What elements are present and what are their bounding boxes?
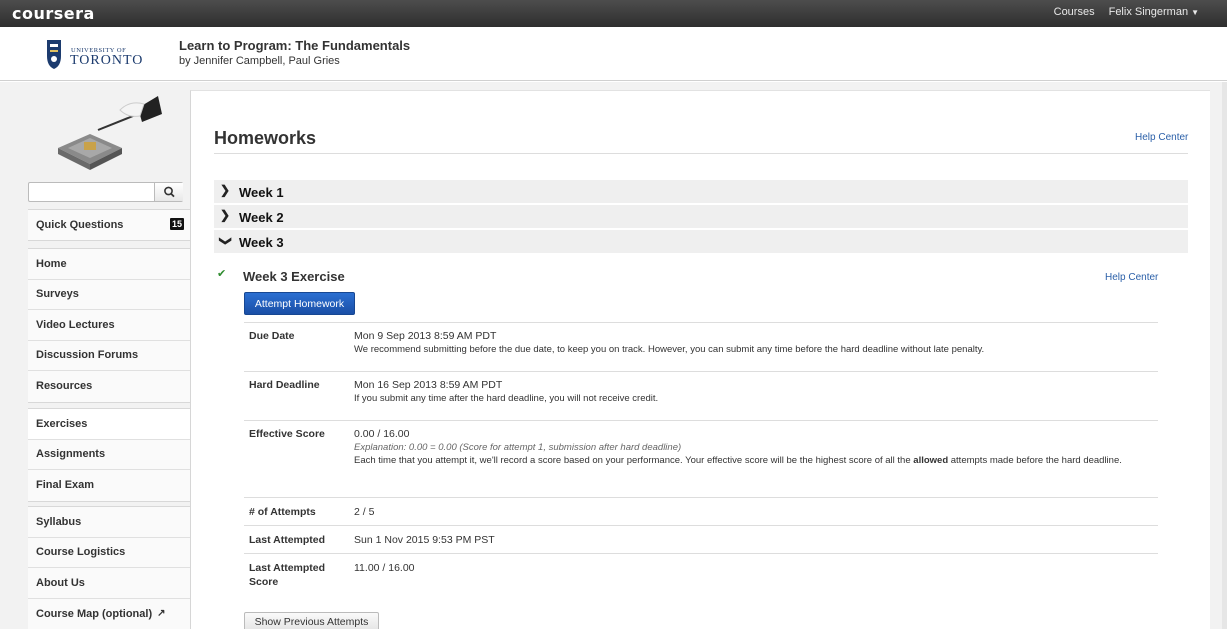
hard-deadline-row: Hard Deadline Mon 16 Sep 2013 8:59 AM PD… bbox=[244, 371, 1158, 419]
sidebar-item-label: Quick Questions bbox=[36, 219, 124, 231]
sidebar-item-label: Assignments bbox=[36, 448, 106, 461]
attempts-label: # of Attempts bbox=[249, 506, 316, 518]
caret-down-icon: ▼ bbox=[1191, 8, 1199, 17]
sidebar-item-label: Video Lectures bbox=[36, 318, 115, 331]
search-icon bbox=[164, 186, 175, 198]
sidebar-group-work: Exercises Assignments Final Exam bbox=[28, 408, 192, 502]
due-date-row: Due Date Mon 9 Sep 2013 8:59 AM PDT We r… bbox=[244, 322, 1158, 370]
search-button[interactable] bbox=[154, 183, 183, 201]
course-header: UNIVERSITY OF TORONTO Learn to Program: … bbox=[0, 27, 1227, 81]
hard-deadline-note: If you submit any time after the hard de… bbox=[354, 393, 659, 404]
course-banner-image bbox=[58, 96, 162, 170]
sidebar-search-input[interactable] bbox=[28, 182, 183, 202]
last-attempted-value: Sun 1 Nov 2015 9:53 PM PST bbox=[354, 534, 495, 546]
due-date-note: We recommend submitting before the due d… bbox=[354, 344, 985, 355]
coursera-logo[interactable]: coursera bbox=[12, 4, 95, 23]
user-menu[interactable]: Felix Singerman ▼ bbox=[1109, 6, 1199, 18]
quick-questions-count-badge: 15 bbox=[169, 218, 184, 230]
sidebar-item-syllabus[interactable]: Syllabus bbox=[28, 507, 190, 538]
effective-score-value: 0.00 / 16.00 bbox=[354, 428, 410, 440]
exercise-help-center-link[interactable]: Help Center bbox=[1105, 272, 1158, 283]
effective-score-note-end: attempts made before the hard deadline. bbox=[948, 455, 1122, 466]
attempt-homework-button[interactable]: Attempt Homework bbox=[244, 292, 355, 315]
effective-score-label: Effective Score bbox=[249, 428, 325, 440]
sidebar-item-label: Course Logistics bbox=[36, 546, 126, 559]
week-1-section-header[interactable]: ❯ Week 1 bbox=[214, 180, 1188, 204]
sidebar-item-label: Course Map (optional) bbox=[36, 607, 153, 620]
course-title[interactable]: Learn to Program: The Fundamentals bbox=[179, 38, 410, 53]
effective-score-explanation: Explanation: 0.00 = 0.00 (Score for atte… bbox=[354, 442, 682, 453]
courses-link[interactable]: Courses bbox=[1054, 6, 1095, 18]
help-center-link[interactable]: Help Center bbox=[1135, 132, 1188, 143]
due-date-label: Due Date bbox=[249, 330, 295, 342]
hard-deadline-value-block: Mon 16 Sep 2013 8:59 AM PDT If you submi… bbox=[354, 378, 1144, 405]
week-label: Week 1 bbox=[239, 185, 284, 200]
sidebar-item-label: Final Exam bbox=[36, 479, 95, 492]
page-right-edge bbox=[1222, 82, 1227, 629]
effective-score-note: Each time that you attempt it, we'll rec… bbox=[354, 454, 1144, 467]
show-previous-attempts-button[interactable]: Show Previous Attempts bbox=[244, 612, 379, 629]
week-label: Week 2 bbox=[239, 210, 284, 225]
sidebar-item-label: Syllabus bbox=[36, 515, 82, 528]
sidebar-item-label: Discussion Forums bbox=[36, 349, 139, 362]
university-label-bottom: TORONTO bbox=[70, 53, 144, 68]
effective-score-note-start: Each time that you attempt it, we'll rec… bbox=[354, 455, 914, 466]
effective-score-value-block: 0.00 / 16.00 Explanation: 0.00 = 0.00 (S… bbox=[354, 427, 1144, 467]
sidebar-item-home[interactable]: Home bbox=[28, 249, 190, 280]
top-nav-links: Courses Felix Singerman ▼ bbox=[1054, 6, 1199, 18]
user-name: Felix Singerman bbox=[1108, 6, 1189, 18]
quick-questions-group: Quick Questions 15 bbox=[28, 209, 190, 241]
sidebar-item-course-map[interactable]: Course Map (optional) ↗ bbox=[28, 599, 190, 629]
exercise-title[interactable]: Week 3 Exercise bbox=[243, 269, 345, 284]
last-attempted-row: Last Attempted Sun 1 Nov 2015 9:53 PM PS… bbox=[244, 525, 1158, 552]
chevron-down-icon: ❯ bbox=[219, 235, 234, 247]
sidebar: Quick Questions 15 Home Surveys Video Le… bbox=[28, 82, 192, 629]
sidebar-item-course-logistics[interactable]: Course Logistics bbox=[28, 538, 190, 568]
due-date-value: Mon 9 Sep 2013 8:59 AM PDT bbox=[354, 330, 497, 342]
external-link-icon: ↗ bbox=[157, 608, 166, 620]
course-authors: by Jennifer Campbell, Paul Gries bbox=[179, 55, 340, 67]
sidebar-item-assignments[interactable]: Assignments bbox=[28, 440, 190, 470]
completed-check-icon: ✔ bbox=[217, 268, 227, 280]
top-navigation-bar: coursera Courses Felix Singerman ▼ bbox=[0, 0, 1227, 27]
sidebar-item-exercises[interactable]: Exercises bbox=[28, 409, 192, 440]
last-attempted-score-label-line2: Score bbox=[249, 576, 279, 588]
sidebar-item-label: Surveys bbox=[36, 288, 79, 301]
attempts-value: 2 / 5 bbox=[354, 506, 375, 518]
week-2-section-header[interactable]: ❯ Week 2 bbox=[214, 205, 1188, 229]
last-attempted-score-row: Last Attempted Score 11.00 / 16.00 bbox=[244, 553, 1158, 597]
sidebar-item-discussion-forums[interactable]: Discussion Forums bbox=[28, 341, 190, 371]
effective-score-row: Effective Score 0.00 / 16.00 Explanation… bbox=[244, 420, 1158, 496]
sidebar-group-info: Syllabus Course Logistics About Us Cours… bbox=[28, 506, 190, 629]
sidebar-item-video-lectures[interactable]: Video Lectures bbox=[28, 310, 190, 341]
sidebar-item-label: About Us bbox=[36, 576, 85, 589]
main-content: Homeworks Help Center ❯ Week 1 ❯ Week 2 … bbox=[190, 90, 1210, 629]
sidebar-item-quick-questions[interactable]: Quick Questions 15 bbox=[28, 210, 190, 240]
attempts-row: # of Attempts 2 / 5 bbox=[244, 497, 1158, 524]
week-label: Week 3 bbox=[239, 235, 284, 250]
effective-score-note-emphasis: allowed bbox=[913, 455, 949, 466]
last-attempted-label: Last Attempted bbox=[249, 534, 326, 546]
page-title: Homeworks bbox=[214, 128, 317, 148]
sidebar-item-label: Exercises bbox=[36, 417, 88, 430]
hard-deadline-value: Mon 16 Sep 2013 8:59 AM PDT bbox=[354, 379, 503, 391]
sidebar-item-label: Resources bbox=[36, 380, 93, 393]
chevron-right-icon: ❯ bbox=[220, 183, 231, 197]
crest-icon bbox=[47, 40, 61, 69]
sidebar-item-resources[interactable]: Resources bbox=[28, 371, 190, 402]
week-3-section-header[interactable]: ❯ Week 3 bbox=[214, 230, 1188, 254]
hard-deadline-label: Hard Deadline bbox=[249, 379, 320, 391]
sidebar-item-surveys[interactable]: Surveys bbox=[28, 280, 190, 310]
title-divider bbox=[214, 153, 1188, 154]
sidebar-item-label: Home bbox=[36, 257, 67, 270]
due-date-value-block: Mon 9 Sep 2013 8:59 AM PDT We recommend … bbox=[354, 329, 1144, 356]
sidebar-item-final-exam[interactable]: Final Exam bbox=[28, 470, 190, 501]
university-logo[interactable]: UNIVERSITY OF TORONTO bbox=[45, 38, 155, 74]
chevron-right-icon: ❯ bbox=[220, 208, 231, 222]
sidebar-item-about-us[interactable]: About Us bbox=[28, 568, 190, 599]
sidebar-group-main: Home Surveys Video Lectures Discussion F… bbox=[28, 248, 190, 403]
last-attempted-score-label-line1: Last Attempted bbox=[249, 562, 326, 574]
last-attempted-score-label: Last Attempted Score bbox=[249, 561, 325, 589]
last-attempted-score-value: 11.00 / 16.00 bbox=[354, 562, 415, 574]
